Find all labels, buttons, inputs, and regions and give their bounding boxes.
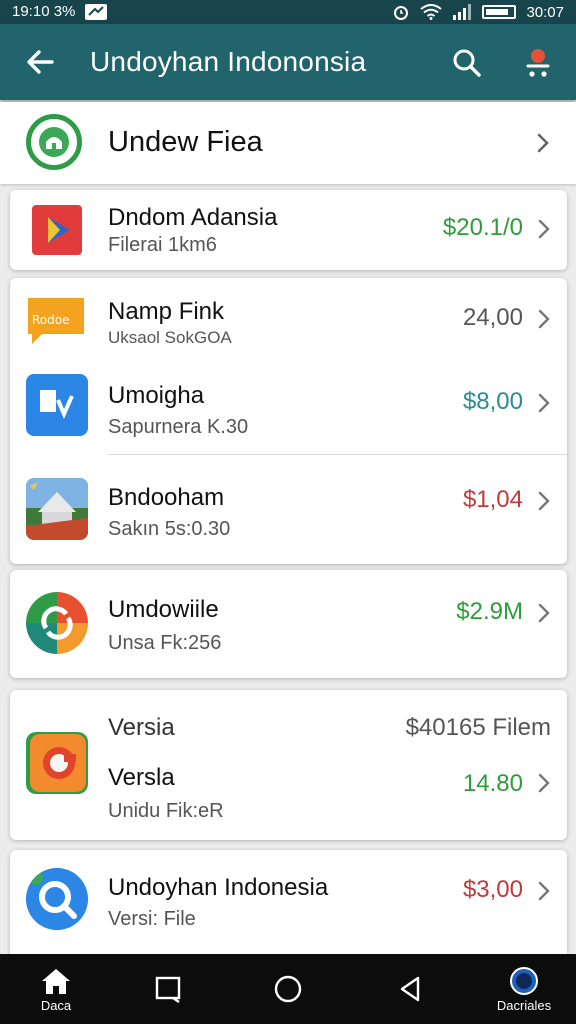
- item-subtitle: Unidu Fik:eR: [108, 800, 224, 822]
- list-item[interactable]: Rodoe Namp Fink Uksaol SokGOA 24,00: [10, 278, 567, 366]
- item-heading-right: $40165 Filem: [405, 714, 551, 741]
- nav-back[interactable]: [390, 954, 430, 1024]
- landmark-photo-icon: [26, 478, 88, 540]
- chat-bubble-icon: Rodoe: [26, 294, 88, 348]
- item-price: 24,00: [462, 304, 523, 331]
- chevron-right-icon: [538, 881, 550, 901]
- divider: [108, 454, 567, 455]
- item-title: Umoigha: [108, 382, 205, 409]
- status-time: 30:07: [526, 3, 564, 21]
- chevron-right-icon: [538, 773, 550, 793]
- chevron-right-icon: [538, 603, 550, 623]
- signal-icon: [453, 4, 472, 20]
- recents-square-icon: [155, 976, 181, 1003]
- header-row[interactable]: Undew Fiea: [0, 102, 576, 184]
- list-card: Rodoe Namp Fink Uksaol SokGOA 24,00 Umoi…: [10, 278, 567, 564]
- battery-icon: [482, 5, 517, 19]
- item-subtitle: Filerai 1km6: [108, 234, 217, 256]
- item-title: Undoyhan Indonesia: [108, 874, 329, 901]
- nav-recents[interactable]: [148, 954, 188, 1024]
- status-bar: 19:10 3% 30:07: [0, 0, 576, 24]
- list-item[interactable]: Undoyhan Indonesia Versi: File $3,00: [10, 850, 567, 954]
- item-subtitle: Unsa Fk:256: [108, 632, 222, 654]
- list-card: Versia $40165 Filem Versla Unidu Fik:eR …: [10, 690, 567, 840]
- chevron-right-icon: [538, 309, 550, 329]
- item-price: $2.9M: [456, 598, 523, 625]
- item-title: Dndom Adansia: [108, 204, 278, 231]
- navigation-bar: Daca Dacriales: [0, 954, 576, 1024]
- item-subtitle: Versi: File: [108, 908, 196, 930]
- nav-home[interactable]: Daca: [26, 954, 86, 1024]
- nav-home-circle[interactable]: [268, 954, 308, 1024]
- list-item[interactable]: Umdowiile Unsa Fk:256 $2.9M: [10, 570, 567, 678]
- item-price: 14.80: [462, 770, 523, 797]
- home-circle-icon: [274, 975, 302, 1003]
- item-title: Namp Fink: [108, 298, 225, 325]
- nav-right-label: Dacriales: [496, 997, 552, 1013]
- notification-icon[interactable]: [518, 44, 558, 84]
- nav-assistant[interactable]: Dacriales: [484, 954, 564, 1024]
- svg-text:Rodoe: Rodoe: [32, 313, 69, 327]
- chevron-right-icon: [538, 219, 550, 239]
- status-left-text: 19:10 3%: [12, 3, 76, 20]
- header-label: Undew Fiea: [108, 126, 263, 158]
- search-icon[interactable]: [450, 46, 484, 80]
- chevron-right-icon: [537, 133, 549, 153]
- bird-notification-icon: [85, 3, 108, 20]
- item-subtitle: Uksaol SokGOA: [108, 328, 232, 347]
- list-card: Dndom Adansia Filerai 1km6 $20.1/0: [10, 190, 567, 270]
- item-title: Bndooham: [108, 484, 225, 511]
- list-card: Undoyhan Indonesia Versi: File $3,00: [10, 850, 567, 954]
- item-title: Umdowiile: [108, 596, 219, 623]
- app-bar: Undoyhan Indononsia: [0, 24, 576, 100]
- page-title: Undoyhan Indononsia: [90, 46, 367, 77]
- item-price: $3,00: [462, 876, 523, 903]
- orange-ring-icon: [26, 732, 88, 794]
- list-item[interactable]: Dndom Adansia Filerai 1km6 $20.1/0: [10, 190, 567, 270]
- item-price: $8,00: [462, 388, 523, 415]
- item-price: $1,04: [462, 486, 523, 513]
- list-card: Umdowiile Unsa Fk:256 $2.9M: [10, 570, 567, 678]
- item-price: $20.1/0: [442, 214, 523, 241]
- chevron-right-icon: [538, 491, 550, 511]
- item-title: Versla: [108, 764, 175, 791]
- refresh-icon: [26, 592, 88, 654]
- alarm-icon: [394, 6, 409, 20]
- blue-app-icon: [26, 374, 88, 436]
- item-subtitle: Sapurnera K.30: [108, 416, 249, 438]
- assistant-circle-icon: [510, 966, 538, 995]
- back-triangle-icon: [400, 976, 420, 1002]
- nav-home-label: Daca: [40, 997, 72, 1013]
- list-item[interactable]: Umoigha Sapurnera K.30 $8,00: [10, 366, 567, 454]
- list-item[interactable]: Versia $40165 Filem Versla Unidu Fik:eR …: [10, 690, 567, 840]
- list-item[interactable]: Bndooham Sakın 5s:0.30 $1,04: [10, 458, 567, 558]
- back-arrow-icon[interactable]: [22, 44, 58, 80]
- magnifier-app-icon: [26, 868, 88, 930]
- chevron-right-icon: [538, 393, 550, 413]
- item-heading: Versia: [108, 714, 175, 741]
- wifi-icon: [420, 4, 443, 20]
- play-store-icon: [26, 199, 88, 261]
- home-icon: [42, 968, 70, 994]
- mosque-logo-icon: [26, 114, 82, 170]
- item-subtitle: Sakın 5s:0.30: [108, 518, 231, 540]
